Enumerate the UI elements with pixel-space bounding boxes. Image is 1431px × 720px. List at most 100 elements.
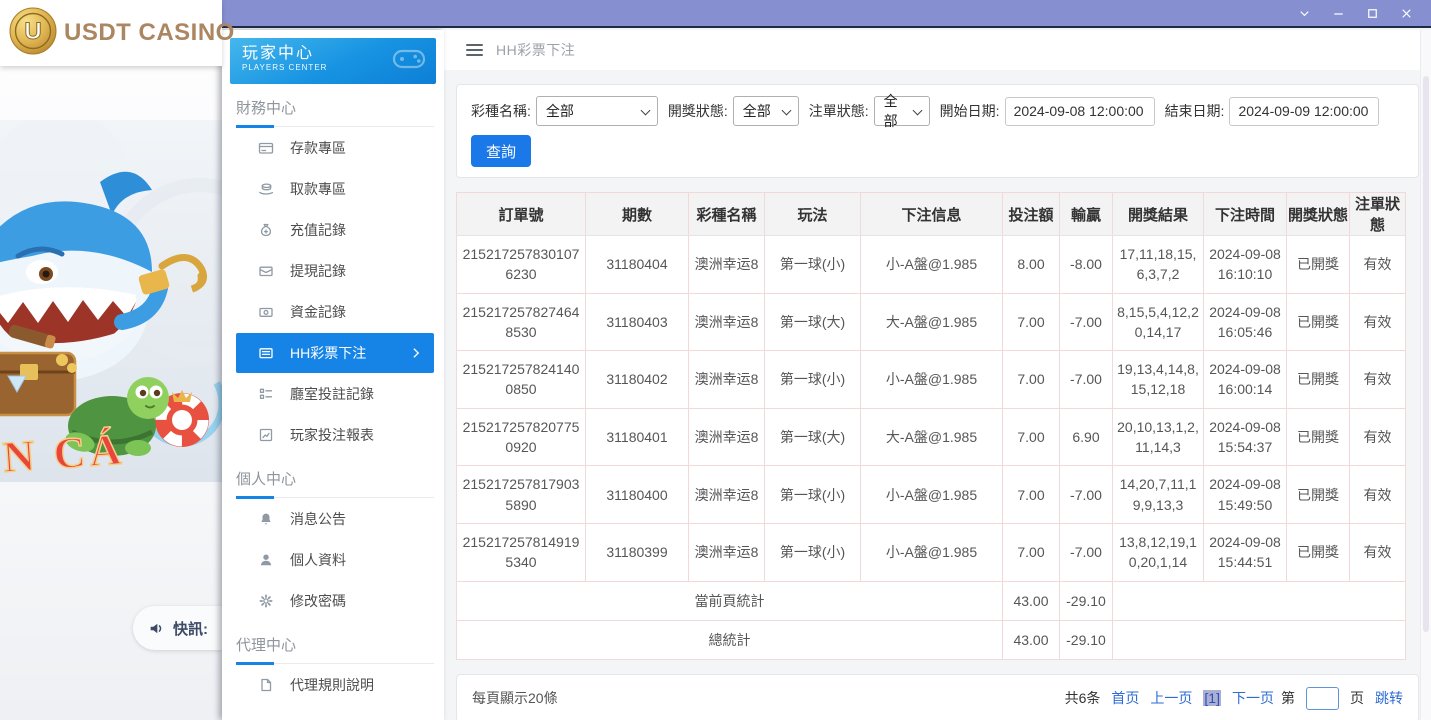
bet-info-cell: 大-A盤@1.985 [861, 293, 1003, 351]
draw-result-cell: 20,10,13,1,2,11,14,3 [1113, 408, 1204, 466]
current-page[interactable]: [1] [1203, 690, 1221, 706]
bet-time-cell: 2024-09-08 16:05:46 [1204, 293, 1287, 351]
lottery-name-label: 彩種名稱: [471, 101, 531, 121]
sidebar-item[interactable]: 廳室投註記錄 [236, 374, 434, 414]
end-date-input[interactable] [1229, 97, 1379, 126]
scrollbar-thumb[interactable] [1423, 76, 1429, 632]
page-summary-row: 當前頁統計43.00-29.10 [457, 581, 1406, 620]
document-icon [258, 677, 274, 693]
next-page-link[interactable]: 下一页 [1232, 688, 1274, 708]
period-cell: 31180400 [586, 466, 689, 524]
summary-label-cell: 當前頁統計 [457, 581, 1003, 620]
sidebar-item[interactable]: HH彩票下注 [236, 333, 434, 373]
order-no-cell: 2152172578301076230 [457, 236, 586, 294]
sidebar-header: 玩家中心 PLAYERS CENTER [230, 38, 436, 84]
sidebar-item[interactable]: 資金記錄 [236, 292, 434, 332]
bet-info-cell: 小-A盤@1.985 [861, 236, 1003, 294]
bank-card-icon [258, 140, 274, 156]
win-loss-cell: -7.00 [1060, 523, 1113, 581]
start-date-input[interactable] [1005, 97, 1155, 126]
sidebar-item-label: HH彩票下注 [290, 343, 366, 363]
gamepad-icon [392, 45, 426, 76]
jump-page-input[interactable] [1306, 687, 1339, 710]
sidebar-item[interactable]: 玩家投注報表 [236, 415, 434, 455]
content: 彩種名稱: 全部 開獎狀態: 全部 注單狀態: 全部 開始日期: 結束日期: 查… [444, 70, 1420, 720]
sidebar-item[interactable]: 取款專區 [236, 169, 434, 209]
order-status-cell: 有效 [1350, 293, 1406, 351]
money-bag-icon [258, 222, 274, 238]
jump-button[interactable]: 跳转 [1375, 688, 1403, 708]
topbar: HH彩票下注 [444, 30, 1431, 70]
first-page-link[interactable]: 首页 [1111, 688, 1139, 708]
draw-status-cell: 已開獎 [1287, 236, 1350, 294]
order-no-cell: 2152172578207750920 [457, 408, 586, 466]
sidebar-item[interactable]: 充值記錄 [236, 210, 434, 250]
bet-time-cell: 2024-09-08 15:44:51 [1204, 523, 1287, 581]
bet-time-cell: 2024-09-08 16:10:10 [1204, 236, 1287, 294]
draw-status-select[interactable]: 全部 [733, 96, 799, 126]
summary-bet-amount-cell: 43.00 [1003, 581, 1060, 620]
table-row: 215217257830107623031180404澳洲幸运8第一球(小)小-… [457, 236, 1406, 294]
lottery-name-select[interactable]: 全部 [536, 96, 658, 126]
order-no-cell: 2152172578179035890 [457, 466, 586, 524]
prev-page-link[interactable]: 上一页 [1150, 688, 1192, 708]
bell-icon [258, 511, 274, 527]
close-button[interactable] [1389, 0, 1423, 26]
sidebar-item-label: 廳室投註記錄 [290, 384, 374, 404]
column-header: 訂單號 [457, 193, 586, 236]
hand-money-icon [258, 181, 274, 197]
bet-info-cell: 小-A盤@1.985 [861, 351, 1003, 409]
order-no-cell: 2152172578149195340 [457, 523, 586, 581]
sidebar-item[interactable]: 提現記錄 [236, 251, 434, 291]
svg-text:N CÁ: N CÁ [1, 425, 126, 482]
window-titlebar [222, 0, 1431, 28]
main-area: HH彩票下注 彩種名稱: 全部 開獎狀態: 全部 注單狀態: 全部 開始日期: … [444, 30, 1431, 720]
summary-label-cell: 總統計 [457, 620, 1003, 659]
report-chart-icon [258, 427, 274, 443]
sidebar-item[interactable]: 個人資料 [236, 540, 434, 580]
sidebar-item[interactable]: 代理規則說明 [236, 665, 434, 705]
coin-logo-icon: U [8, 6, 58, 61]
table-header-row: 訂單號期數彩種名稱玩法下注信息投注額輸贏開獎結果下注時間開獎狀態注單狀態 [457, 193, 1406, 236]
bet-amount-cell: 7.00 [1003, 466, 1060, 524]
user-icon [258, 552, 274, 568]
sidebar-section-title: 個人中心 [236, 468, 434, 498]
sidebar-item-label: 玩家投注報表 [290, 425, 374, 445]
news-ticker[interactable]: 快訊: [133, 606, 222, 650]
filter-panel: 彩種名稱: 全部 開獎狀態: 全部 注單狀態: 全部 開始日期: 結束日期: 查… [456, 84, 1419, 178]
bet-time-cell: 2024-09-08 16:00:14 [1204, 351, 1287, 409]
minimize-button[interactable] [1321, 0, 1355, 26]
maximize-button[interactable] [1355, 0, 1389, 26]
vertical-scrollbar[interactable] [1420, 30, 1431, 720]
play-type-cell: 第一球(大) [765, 408, 861, 466]
total-summary-row: 總統計43.00-29.10 [457, 620, 1406, 659]
order-status-cell: 有效 [1350, 523, 1406, 581]
chevron-down-icon[interactable] [1287, 0, 1321, 26]
menu-toggle-icon[interactable] [466, 44, 483, 56]
sidebar-item[interactable]: 存款專區 [236, 128, 434, 168]
bet-amount-cell: 7.00 [1003, 351, 1060, 409]
sidebar-item-label: 存款專區 [290, 138, 346, 158]
win-loss-cell: 6.90 [1060, 408, 1113, 466]
lottery-name-cell: 澳洲幸运8 [689, 351, 765, 409]
table-row: 215217257814919534031180399澳洲幸运8第一球(小)小-… [457, 523, 1406, 581]
table-row: 215217257824140085031180402澳洲幸运8第一球(小)小-… [457, 351, 1406, 409]
brand-name: USDT CASINO [64, 19, 235, 47]
win-loss-cell: -7.00 [1060, 351, 1113, 409]
end-date-label: 結束日期: [1165, 101, 1225, 121]
search-button[interactable]: 查詢 [471, 135, 531, 167]
play-type-cell: 第一球(小) [765, 236, 861, 294]
jump-prefix: 第 [1281, 688, 1295, 708]
bet-amount-cell: 7.00 [1003, 408, 1060, 466]
win-loss-cell: -7.00 [1060, 293, 1113, 351]
sidebar-item-label: 修改密碼 [290, 591, 346, 611]
draw-status-cell: 已開獎 [1287, 293, 1350, 351]
bet-amount-cell: 8.00 [1003, 236, 1060, 294]
sidebar-section-title: 財務中心 [236, 97, 434, 127]
summary-empty-cell [1113, 620, 1406, 659]
sidebar-item[interactable]: 消息公告 [236, 499, 434, 539]
draw-result-cell: 14,20,7,11,19,9,13,3 [1113, 466, 1204, 524]
sidebar: 玩家中心 PLAYERS CENTER 財務中心存款專區取款專區充值記錄提現記錄… [222, 30, 444, 720]
order-status-select[interactable]: 全部 [874, 96, 930, 126]
sidebar-item[interactable]: 修改密碼 [236, 581, 434, 621]
